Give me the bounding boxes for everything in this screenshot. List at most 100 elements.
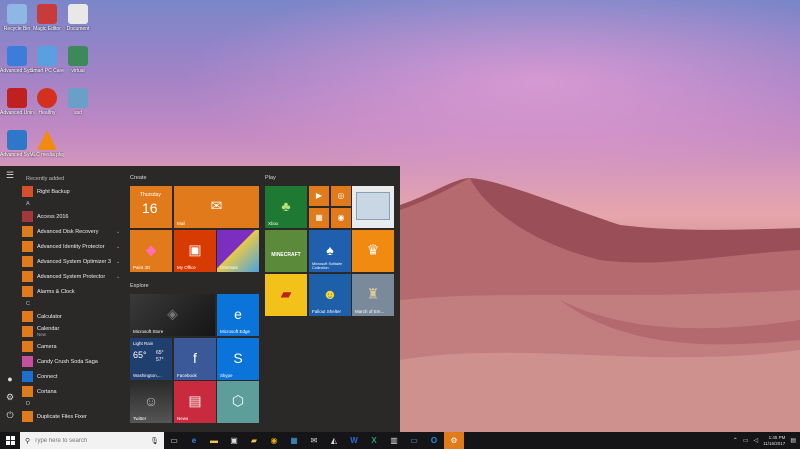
store-taskbar-icon[interactable]: ▣ <box>224 432 244 449</box>
group-title-play[interactable]: Play <box>265 175 276 181</box>
desktop-icon-document[interactable]: Document <box>61 4 95 32</box>
tile-maps-small[interactable]: ◉ <box>331 208 351 228</box>
camera-icon <box>22 341 33 352</box>
tile-onenote[interactable]: OneNote <box>217 230 259 272</box>
desktop-icon-advanced-systemcare[interactable]: Advanced SystemCare <box>0 46 34 74</box>
app-calendar[interactable]: Calendar New <box>22 324 122 339</box>
tile-xbox[interactable]: ♣ Xbox <box>265 186 307 228</box>
tile-mail[interactable]: ✉ Mail <box>174 186 259 228</box>
app-connect[interactable]: Connect <box>22 369 122 384</box>
tile-news[interactable]: ▤ News <box>174 381 216 423</box>
section-letter-d[interactable]: D <box>22 399 122 409</box>
tile-hexagon-app[interactable]: ⬡ <box>217 381 259 423</box>
task-view-icon[interactable]: ▭ <box>164 432 184 449</box>
tile-minecraft[interactable]: MINECRAFT <box>265 230 307 272</box>
microphone-icon[interactable]: 🎙 <box>150 437 159 445</box>
tile-microsoft-store[interactable]: ◈ Microsoft Store <box>130 294 215 336</box>
desktop-icon-advanced-uninstaller[interactable]: Advanced Uninstaller <box>0 88 34 116</box>
tile-fallout-shelter[interactable]: ☻ Fallout Shelter <box>309 274 351 316</box>
power-icon[interactable]: ⏻ <box>0 406 20 424</box>
mail-taskbar-icon[interactable]: ✉ <box>304 432 324 449</box>
cards-icon: ♠ <box>326 242 334 259</box>
desktop-icon-vlc[interactable]: VLC media player <box>30 130 64 158</box>
tile-facebook[interactable]: f Facebook <box>174 338 216 380</box>
section-letter-c[interactable]: C <box>22 299 122 309</box>
chrome-icon[interactable]: ◉ <box>264 432 284 449</box>
tile-photos[interactable] <box>352 186 394 228</box>
file-explorer-icon[interactable]: ▬ <box>204 432 224 449</box>
tile-microsoft-edge[interactable]: e Microsoft Edge <box>217 294 259 336</box>
clock[interactable]: 1:45 PM 11/16/2017 <box>763 435 785 447</box>
app-icon <box>22 211 33 222</box>
app-right-backup[interactable]: Right Backup <box>22 184 122 199</box>
section-letter-a[interactable]: A <box>22 199 122 209</box>
desktop-icon-healthy[interactable]: Healthy <box>30 88 64 116</box>
folder-taskbar-icon[interactable]: ▰ <box>244 432 264 449</box>
tile-calendar[interactable]: Thursday 16 <box>130 186 172 228</box>
folder-icon <box>22 241 33 252</box>
chevron-down-icon[interactable]: ⌄ <box>116 259 122 265</box>
app-calculator[interactable]: Calculator <box>22 309 122 324</box>
connect-icon <box>22 371 33 382</box>
chevron-down-icon[interactable]: ⌄ <box>116 229 122 235</box>
app-advanced-identity-protector[interactable]: Advanced Identity Protector ⌄ <box>22 239 122 254</box>
chevron-down-icon[interactable]: ⌄ <box>116 274 122 280</box>
photos-taskbar-icon[interactable]: ▦ <box>284 432 304 449</box>
remote-desktop-icon[interactable]: ▭ <box>404 432 424 449</box>
group-title-explore[interactable]: Explore <box>130 283 149 289</box>
xbox-avatars-image: ♣ <box>281 198 291 215</box>
group-title-create[interactable]: Create <box>130 175 147 181</box>
weather-condition: Light Rain <box>133 341 154 346</box>
tile-king-game[interactable]: ♛ <box>352 230 394 272</box>
tile-march-of-empires[interactable]: ♜ March of Em... <box>352 274 394 316</box>
tile-calculator-small[interactable]: ▦ <box>309 208 329 228</box>
calculator-taskbar-icon[interactable]: ▥ <box>384 432 404 449</box>
desktop-icon-advanced-system[interactable]: Advanced System... <box>0 130 34 158</box>
tile-weather[interactable]: Light Rain 65° 65° 57° Washington,... <box>130 338 172 380</box>
desktop-icon-virtual[interactable]: virtual <box>61 46 95 74</box>
start-button[interactable] <box>0 432 20 449</box>
user-icon[interactable]: ● <box>0 370 20 388</box>
settings-icon[interactable]: ⚙ <box>0 388 20 406</box>
tile-movies-small[interactable]: ▶ <box>309 186 329 206</box>
tile-paint3d[interactable]: ◆ Paint 3D <box>130 230 172 272</box>
tile-solitaire[interactable]: ♠ Microsoft Solitaire Collection <box>309 230 351 272</box>
tile-twitter[interactable]: ☺ Twitter <box>130 381 172 423</box>
settings-taskbar-icon[interactable]: ⚙ <box>444 432 464 449</box>
volume-icon[interactable]: ◁ <box>754 437 759 444</box>
app-advanced-system-optimizer[interactable]: Advanced System Optimizer 3 ⌄ <box>22 254 122 269</box>
tile-my-office[interactable]: ▣ My Office <box>174 230 216 272</box>
music-icon: ◎ <box>337 191 345 201</box>
app-advanced-disk-recovery[interactable]: Advanced Disk Recovery ⌄ <box>22 224 122 239</box>
excel-icon[interactable]: X <box>364 432 384 449</box>
network-icon[interactable]: ▭ <box>743 437 749 444</box>
app-candy-crush[interactable]: Candy Crush Soda Saga <box>22 354 122 369</box>
edge-taskbar-icon[interactable]: e <box>184 432 204 449</box>
app-duplicate-files-fixer[interactable]: Duplicate Files Fixer <box>22 409 122 424</box>
show-hidden-icons-icon[interactable]: ⌃ <box>733 437 738 444</box>
app-cortana[interactable]: Cortana <box>22 384 122 399</box>
app-advanced-system-protector[interactable]: Advanced System Protector ⌄ <box>22 269 122 284</box>
office-icon: ▣ <box>188 241 202 258</box>
taskbar-search-box[interactable]: ⚲ 🎙 <box>20 432 164 449</box>
tile-skype[interactable]: S Skype <box>217 338 259 380</box>
app-camera[interactable]: Camera <box>22 339 122 354</box>
desktop-icon-smart-pc-care[interactable]: Smart PC Care <box>30 46 64 74</box>
calculator-icon: ▦ <box>315 213 323 223</box>
desktop-icon-magic-editor[interactable]: Magic Editor <box>30 4 64 32</box>
app-access-2016[interactable]: Access 2016 <box>22 209 122 224</box>
outlook-icon[interactable]: O <box>424 432 444 449</box>
media-taskbar-icon[interactable]: ◭ <box>324 432 344 449</box>
notifications-icon[interactable]: ▤ <box>790 437 796 444</box>
app-alarms-clock[interactable]: Alarms & Clock <box>22 284 122 299</box>
desktop-icon-recycle-bin[interactable]: Recycle Bin <box>0 4 34 32</box>
tile-groove-small[interactable]: ◎ <box>331 186 351 206</box>
desktop-icon-ssd[interactable]: ssd <box>61 88 95 116</box>
windows-logo-icon <box>5 436 15 445</box>
mail-icon: ✉ <box>210 197 223 214</box>
tile-racing[interactable]: ▰ <box>265 274 307 316</box>
hamburger-icon[interactable]: ☰ <box>0 166 20 184</box>
search-input[interactable] <box>34 437 135 444</box>
word-icon[interactable]: W <box>344 432 364 449</box>
chevron-down-icon[interactable]: ⌄ <box>116 244 122 250</box>
